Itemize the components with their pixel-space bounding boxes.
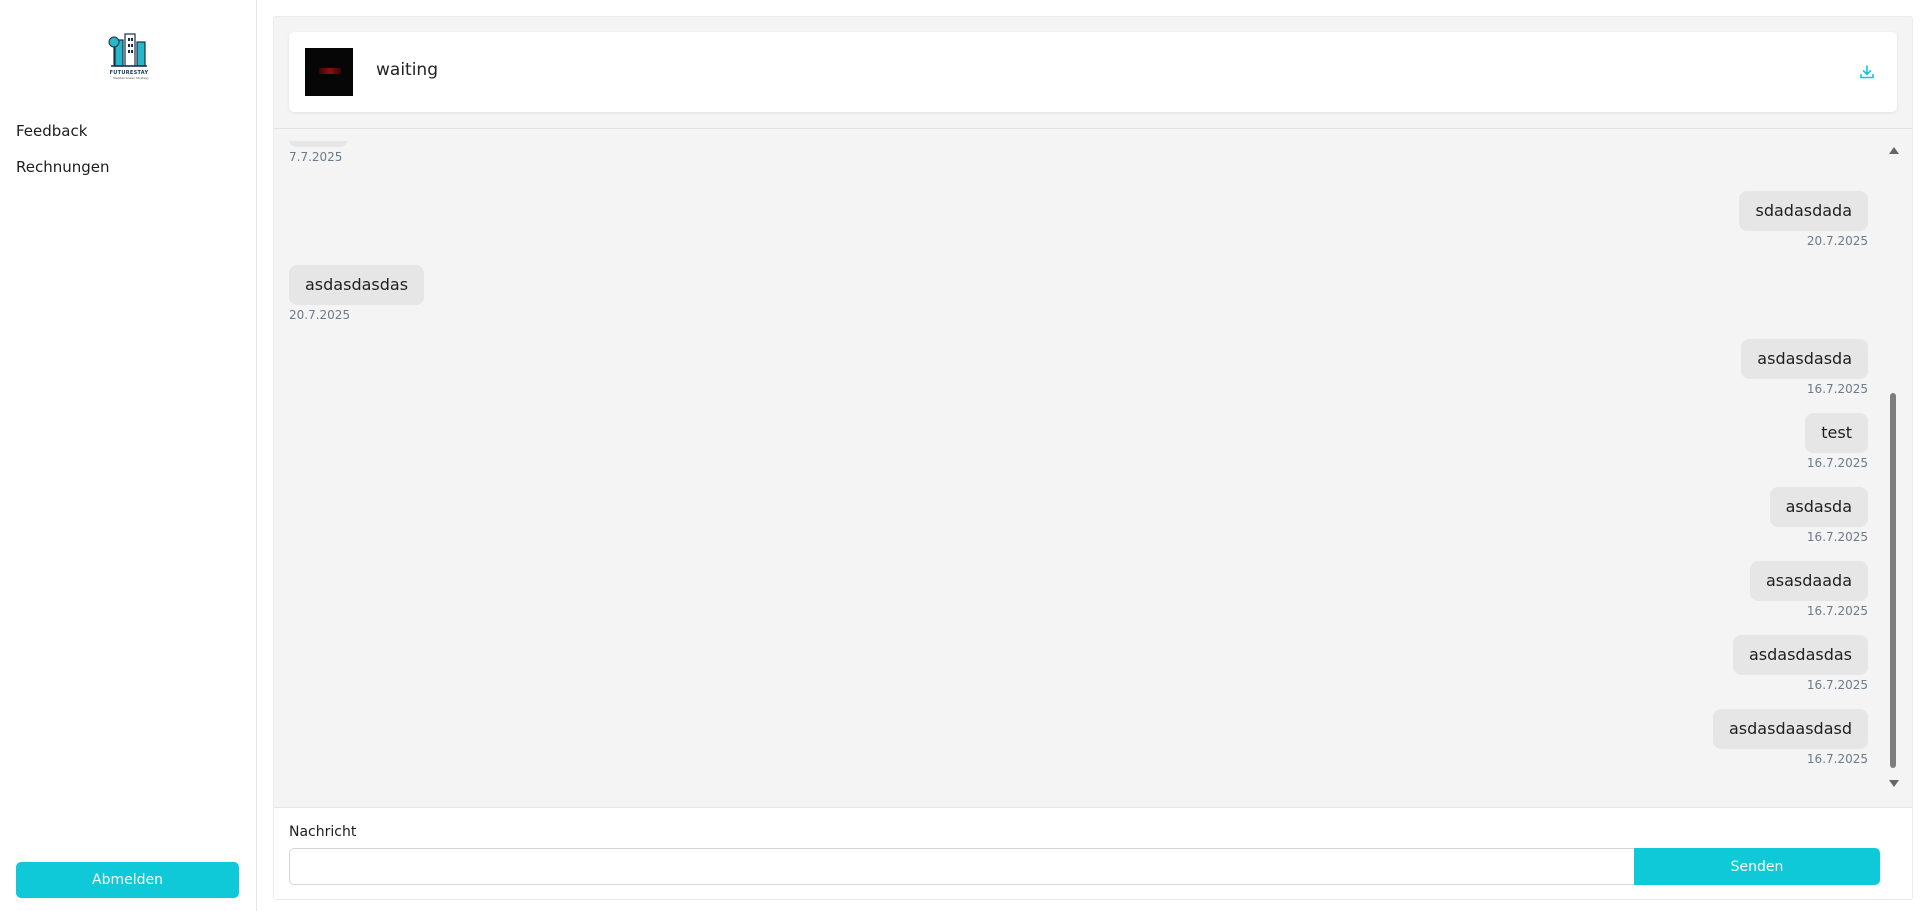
message-bubble: asdasdaasdasd: [1713, 709, 1868, 749]
message-date: 16.7.2025: [1806, 678, 1868, 692]
logo-subtext: Mediterranean Strategy: [113, 76, 149, 80]
message-date: 16.7.2025: [1806, 530, 1868, 544]
message-bubble: asdasda: [1769, 487, 1868, 527]
message-item: asdasdaasdasd 16.7.2025: [1713, 709, 1868, 766]
message-scrollbar[interactable]: [1888, 147, 1899, 787]
message-bubble: sdadasdada: [1739, 191, 1868, 231]
scroll-down-arrow-icon[interactable]: [1889, 780, 1899, 787]
message-item: sdadasdada 20.7.2025: [1739, 191, 1868, 248]
message-item: asdasdasda 16.7.2025: [1741, 339, 1868, 396]
message-list[interactable]: test 7.7.2025 sdadasdada 20.7.2025 asdas…: [274, 141, 1899, 781]
message-label: Nachricht: [289, 824, 357, 840]
message-input[interactable]: [289, 848, 1635, 885]
compose-area: Nachricht Senden: [274, 807, 1912, 899]
message-bubble: test: [1805, 413, 1868, 453]
chat-header: waiting: [289, 32, 1897, 112]
message-bubble: asasdaada: [1749, 561, 1868, 601]
header-divider: [274, 128, 1912, 129]
message-bubble: test: [289, 141, 348, 147]
message-date: 16.7.2025: [1806, 456, 1868, 470]
message-date: 20.7.2025: [289, 308, 351, 322]
message-item: asasdaada 16.7.2025: [1749, 561, 1868, 618]
download-icon[interactable]: [1859, 64, 1875, 80]
message-item: test 16.7.2025: [1805, 413, 1868, 470]
message-item: asdasdasdas 16.7.2025: [1732, 635, 1868, 692]
sidebar-item-feedback[interactable]: Feedback: [16, 122, 87, 140]
message-bubble: asdasdasdas: [289, 265, 425, 305]
message-item: test 7.7.2025: [289, 141, 348, 164]
scrollbar-thumb[interactable]: [1890, 393, 1896, 768]
sidebar: FUTURESTAY Mediterranean Strategy Feedba…: [0, 0, 257, 911]
message-date: 16.7.2025: [1806, 382, 1868, 396]
message-date: 20.7.2025: [1806, 234, 1868, 248]
chat-panel: waiting test 7.7.2025 sdadasdada 20.7.20…: [273, 16, 1913, 900]
message-item: asdasdasdas 20.7.2025: [289, 265, 425, 322]
message-item: asdasda 16.7.2025: [1769, 487, 1868, 544]
building-logo-icon: [108, 33, 147, 67]
message-bubble: asdasdasdas: [1732, 635, 1868, 675]
chat-title: waiting: [376, 60, 438, 80]
chat-avatar: [305, 48, 353, 96]
message-date: 7.7.2025: [289, 150, 343, 164]
message-date: 16.7.2025: [1806, 604, 1868, 618]
futurestay-logo[interactable]: FUTURESTAY Mediterranean Strategy: [107, 30, 151, 80]
scroll-up-arrow-icon[interactable]: [1889, 147, 1899, 154]
logout-button[interactable]: Abmelden: [16, 862, 239, 898]
message-date: 16.7.2025: [1806, 752, 1868, 766]
sidebar-item-rechnungen[interactable]: Rechnungen: [16, 158, 110, 176]
message-bubble: asdasdasda: [1741, 339, 1868, 379]
send-button[interactable]: Senden: [1634, 848, 1880, 885]
